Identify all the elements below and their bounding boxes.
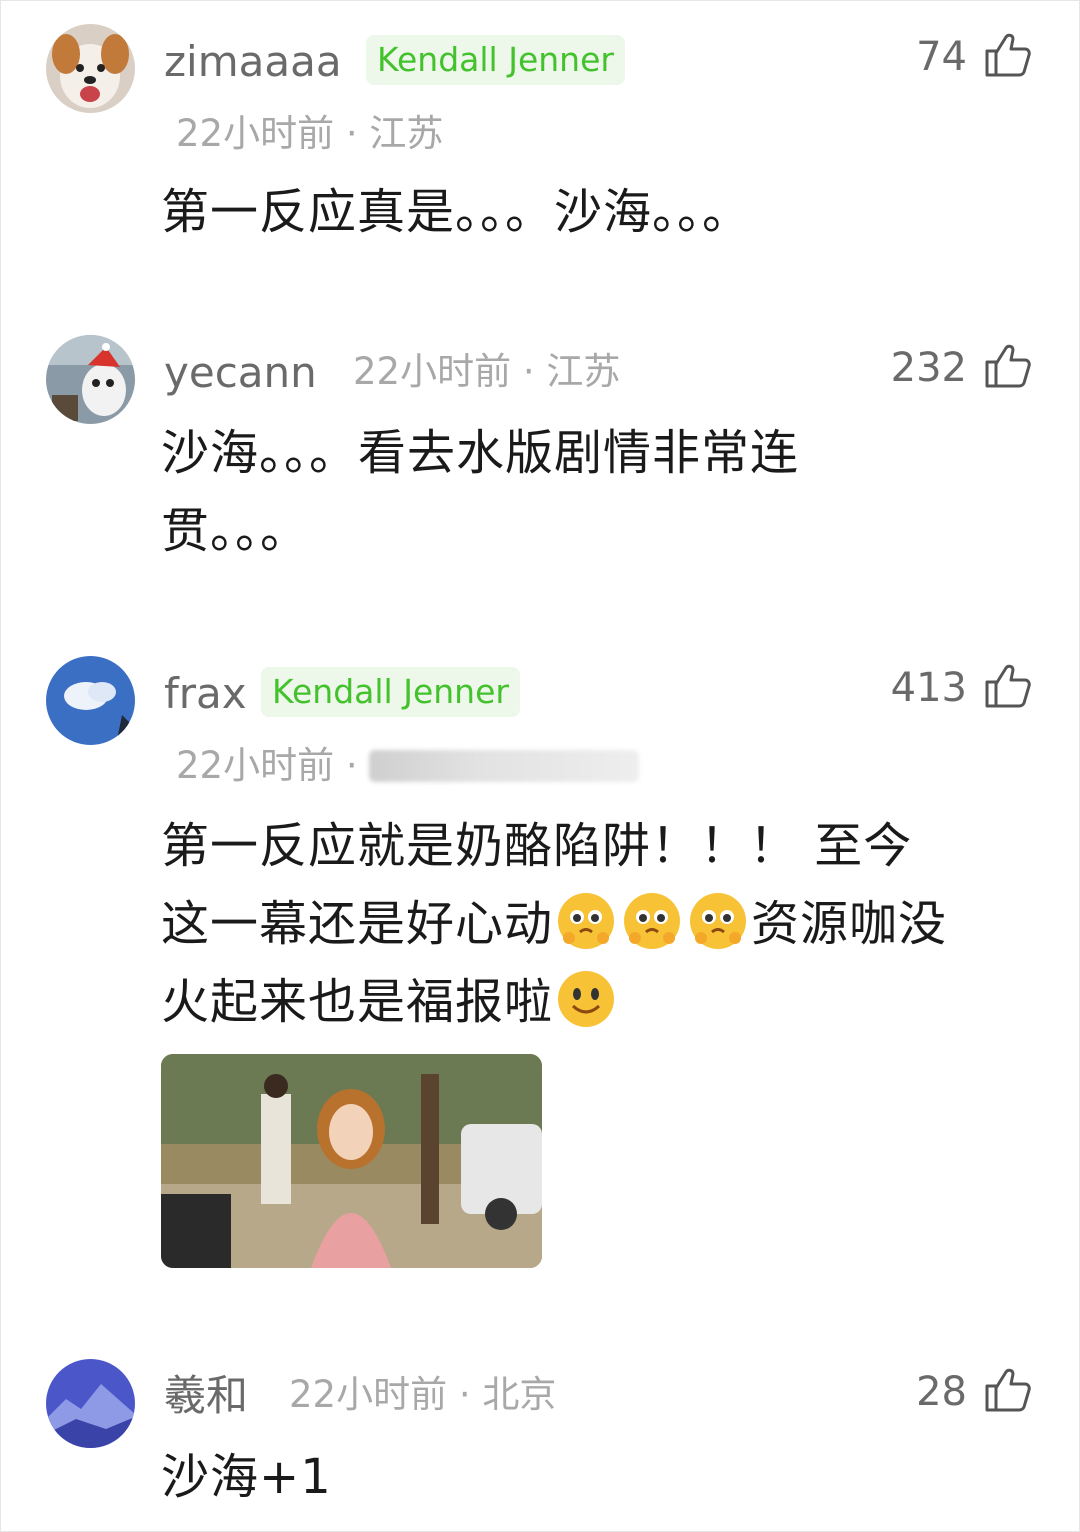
like-count: 232 bbox=[890, 345, 967, 391]
timestamp: 22小时前 bbox=[176, 112, 335, 155]
comment-text-segment: 火起来也是福报啦 bbox=[161, 974, 554, 1030]
comment-meta: 22小时前 · 江苏 bbox=[353, 353, 620, 390]
thumbs-up-icon[interactable] bbox=[983, 1366, 1031, 1414]
location: 江苏 bbox=[369, 112, 444, 155]
username[interactable]: 羲和 bbox=[164, 1375, 248, 1417]
separator-dot: · bbox=[522, 350, 535, 393]
fan-badge[interactable]: Kendall Jenner bbox=[261, 667, 520, 717]
like-count: 413 bbox=[890, 665, 967, 711]
comment-text: 第一反应就是奶酪陷阱！！！ 至今 这一幕还是好心动 资源咖没 火起来也是福报啦 bbox=[161, 807, 1041, 1041]
location: 北京 bbox=[482, 1373, 557, 1416]
smile-face-icon bbox=[558, 971, 615, 1027]
comment-text: 沙海。。。看去水版剧情非常连 贯。。。 bbox=[161, 414, 1041, 570]
comment-text: 第一反应真是。。。沙海。。。 bbox=[161, 184, 752, 240]
comment-text-line: 沙海。。。看去水版剧情非常连 bbox=[161, 425, 800, 481]
pleading-face-icon bbox=[690, 893, 747, 949]
comment-image-thumbnail[interactable] bbox=[161, 1054, 542, 1268]
comment-text-line: 贯。。。 bbox=[161, 503, 310, 559]
timestamp: 22小时前 bbox=[289, 1373, 448, 1416]
avatar[interactable] bbox=[46, 1359, 135, 1448]
comment-text-line: 这一幕还是好心动 资源咖没 bbox=[161, 885, 1041, 963]
comment-text: 沙海+1 bbox=[161, 1449, 332, 1505]
comment-meta: 22小时前 · bbox=[176, 744, 640, 787]
comment-text-segment: 这一幕还是好心动 bbox=[161, 896, 554, 952]
avatar[interactable] bbox=[46, 24, 135, 113]
separator-dot: · bbox=[458, 1373, 471, 1416]
username[interactable]: yecann bbox=[164, 352, 317, 394]
thumbs-up-icon[interactable] bbox=[983, 31, 1031, 79]
comment-meta: 22小时前 · 江苏 bbox=[176, 115, 443, 152]
thumbs-up-icon[interactable] bbox=[983, 662, 1031, 710]
avatar[interactable] bbox=[46, 656, 135, 745]
timestamp: 22小时前 bbox=[353, 350, 512, 393]
fan-badge[interactable]: Kendall Jenner bbox=[366, 35, 625, 85]
separator-dot: · bbox=[345, 744, 358, 787]
avatar[interactable] bbox=[46, 335, 135, 424]
thumbs-up-icon[interactable] bbox=[983, 342, 1031, 390]
username[interactable]: zimaaaa bbox=[164, 41, 342, 83]
comment-text-line: 第一反应就是奶酪陷阱！！！ 至今 bbox=[161, 818, 913, 874]
pleading-face-icon bbox=[558, 893, 615, 949]
comment-list: zimaaaa Kendall Jenner 74 22小时前 · 江苏 第一反… bbox=[0, 0, 1080, 1532]
comment-text-segment: 资源咖没 bbox=[751, 896, 948, 952]
comment-text-line: 火起来也是福报啦 bbox=[161, 963, 1041, 1041]
separator-dot: · bbox=[345, 112, 358, 155]
timestamp: 22小时前 bbox=[176, 744, 335, 787]
location: 江苏 bbox=[546, 350, 621, 393]
like-count: 74 bbox=[916, 34, 967, 80]
comment-meta: 22小时前 · 北京 bbox=[289, 1376, 556, 1413]
pleading-face-icon bbox=[624, 893, 681, 949]
like-count: 28 bbox=[916, 1369, 967, 1415]
username[interactable]: frax bbox=[164, 673, 247, 715]
location-redacted bbox=[369, 750, 640, 782]
